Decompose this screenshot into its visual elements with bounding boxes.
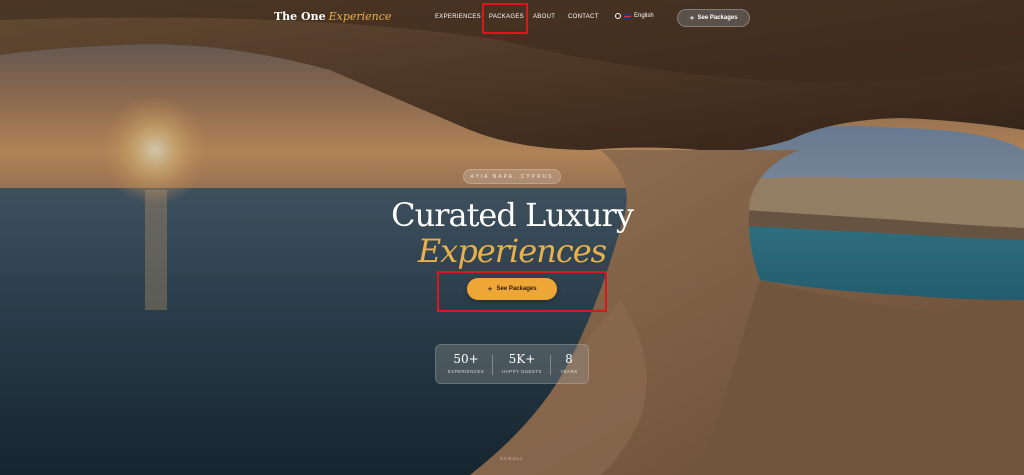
hero-cta-label: See Packages xyxy=(496,286,537,292)
stats-panel: 50+ EXPERIENCES 5K+ HAPPY GUESTS 8 YEARS xyxy=(435,344,589,384)
globe-icon xyxy=(615,13,621,19)
scroll-indicator[interactable]: SCROLL xyxy=(492,456,532,461)
hero-see-packages-button[interactable]: ✧ See Packages xyxy=(467,278,557,300)
nav-link-about[interactable]: ABOUT xyxy=(533,14,555,20)
nav-link-experiences[interactable]: EXPERIENCES xyxy=(435,14,481,20)
stat-label: YEARS xyxy=(560,369,578,374)
highlight-box-packages xyxy=(482,3,528,34)
brand-logo[interactable]: The One Experience xyxy=(274,10,391,23)
stat-label: EXPERIENCES xyxy=(447,369,485,374)
brand-name: The One xyxy=(274,10,326,23)
hero-title-line2: Experiences xyxy=(417,232,607,270)
stat-label: HAPPY GUESTS xyxy=(502,369,542,374)
location-badge: AYIA NAPA, CYPRUS xyxy=(463,169,561,184)
brand-accent: Experience xyxy=(328,10,392,23)
flag-icon xyxy=(624,13,631,19)
stat-years: 8 YEARS xyxy=(556,352,582,374)
nav-link-contact[interactable]: CONTACT xyxy=(568,14,599,20)
nav-cta-label: See Packages xyxy=(697,15,738,21)
hero-title-line1: Curated Luxury xyxy=(391,196,634,234)
language-label: English xyxy=(634,13,654,19)
language-selector[interactable]: English xyxy=(615,13,654,19)
stat-divider xyxy=(492,355,493,375)
stat-happy-guests: 5K+ HAPPY GUESTS xyxy=(498,352,546,374)
stat-value: 50+ xyxy=(453,352,479,366)
nav-see-packages-button[interactable]: ✧ See Packages xyxy=(677,9,750,27)
stat-value: 5K+ xyxy=(508,352,536,366)
stat-value: 8 xyxy=(565,352,573,366)
stat-divider xyxy=(550,355,551,375)
sparkle-icon: ✧ xyxy=(689,15,695,22)
landing-page: The One Experience EXPERIENCES PACKAGES A… xyxy=(0,0,1024,475)
stat-experiences: 50+ EXPERIENCES xyxy=(444,352,488,374)
sparkle-icon: ✧ xyxy=(487,286,493,293)
